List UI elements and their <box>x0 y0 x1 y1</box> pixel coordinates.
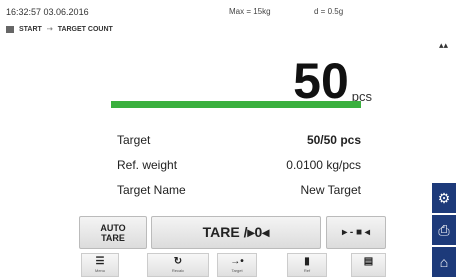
breadcrumb-current: TARGET COUNT <box>57 25 113 33</box>
info-row-target: Target 50/50 pcs <box>117 127 361 152</box>
ref-button-label: ▸ - ■ ◂ <box>342 227 370 238</box>
collapse-icon[interactable]: ▴▴ <box>439 40 448 51</box>
info-label: Target <box>117 132 151 147</box>
breadcrumb-separator-icon: ⇢ <box>46 26 53 33</box>
info-value: 50/50 pcs <box>306 132 361 147</box>
breadcrumb-start[interactable]: START <box>19 26 42 33</box>
recalc-label: Recalc <box>171 268 185 273</box>
status-bar: 16:32:57 03.06.2016 Max = 15kg d = 0.5g … <box>0 0 456 40</box>
info-row-ref-weight: Ref. weight 0.0100 kg/pcs <box>117 152 361 177</box>
function-key-bar: ☰ Menu ↻ Recalc →• Target ▮ Ref ▤ <box>79 253 386 277</box>
target-label: Target <box>231 268 243 273</box>
ref-weight-button[interactable]: ▸ - ■ ◂ <box>326 216 386 249</box>
recalc-icon: ↻ <box>173 256 183 267</box>
target-progress-bar <box>111 101 361 108</box>
auto-tare-button[interactable]: AUTO TARE <box>79 216 147 249</box>
info-label: Ref. weight <box>117 157 178 172</box>
datetime: 16:32:57 03.06.2016 <box>6 7 89 17</box>
ref-label: Ref <box>303 268 311 273</box>
ref-button[interactable]: ▮ Ref <box>287 253 327 277</box>
weight-display: 50 pcs <box>293 50 372 109</box>
auto-tare-label-line2: TARE <box>101 232 125 243</box>
home-icon: ⌂ <box>439 254 449 270</box>
info-label: Target Name <box>117 182 186 197</box>
target-button[interactable]: →• Target <box>217 253 257 277</box>
trash-icon: ▤ <box>363 256 374 267</box>
info-value: 0.0100 kg/pcs <box>286 157 361 172</box>
breadcrumb: START ⇢ TARGET COUNT <box>6 23 113 35</box>
max-capacity: Max = 15kg <box>229 7 271 16</box>
print-icon: ⎙ <box>438 221 450 238</box>
menu-label: Menu <box>94 268 105 273</box>
print-button[interactable]: ⎙ <box>432 215 456 245</box>
home-button[interactable]: ⌂ <box>432 247 456 277</box>
tare-zero-button[interactable]: TARE /▸0◂ <box>151 216 321 249</box>
division: d = 0.5g <box>314 7 344 16</box>
ref-icon: ▮ <box>304 256 310 267</box>
info-row-target-name: Target Name New Target <box>117 177 361 202</box>
settings-button[interactable]: ⚙ <box>432 183 456 213</box>
gear-icon: ⚙ <box>437 189 451 206</box>
info-value: New Target <box>300 182 361 197</box>
target-progress-fill <box>111 101 361 108</box>
target-icon: →• <box>230 256 244 267</box>
home-small-icon <box>6 25 14 33</box>
delete-button[interactable]: ▤ <box>351 253 386 277</box>
info-panel: Target 50/50 pcs Ref. weight 0.0100 kg/p… <box>117 127 361 202</box>
auto-tare-label-line1: AUTO <box>100 222 126 233</box>
menu-button[interactable]: ☰ Menu <box>81 253 119 277</box>
tare-label: TARE /▸0◂ <box>202 224 270 240</box>
menu-icon: ☰ <box>95 256 105 267</box>
recalc-button[interactable]: ↻ Recalc <box>147 253 209 277</box>
count-value: 50 <box>293 53 349 109</box>
